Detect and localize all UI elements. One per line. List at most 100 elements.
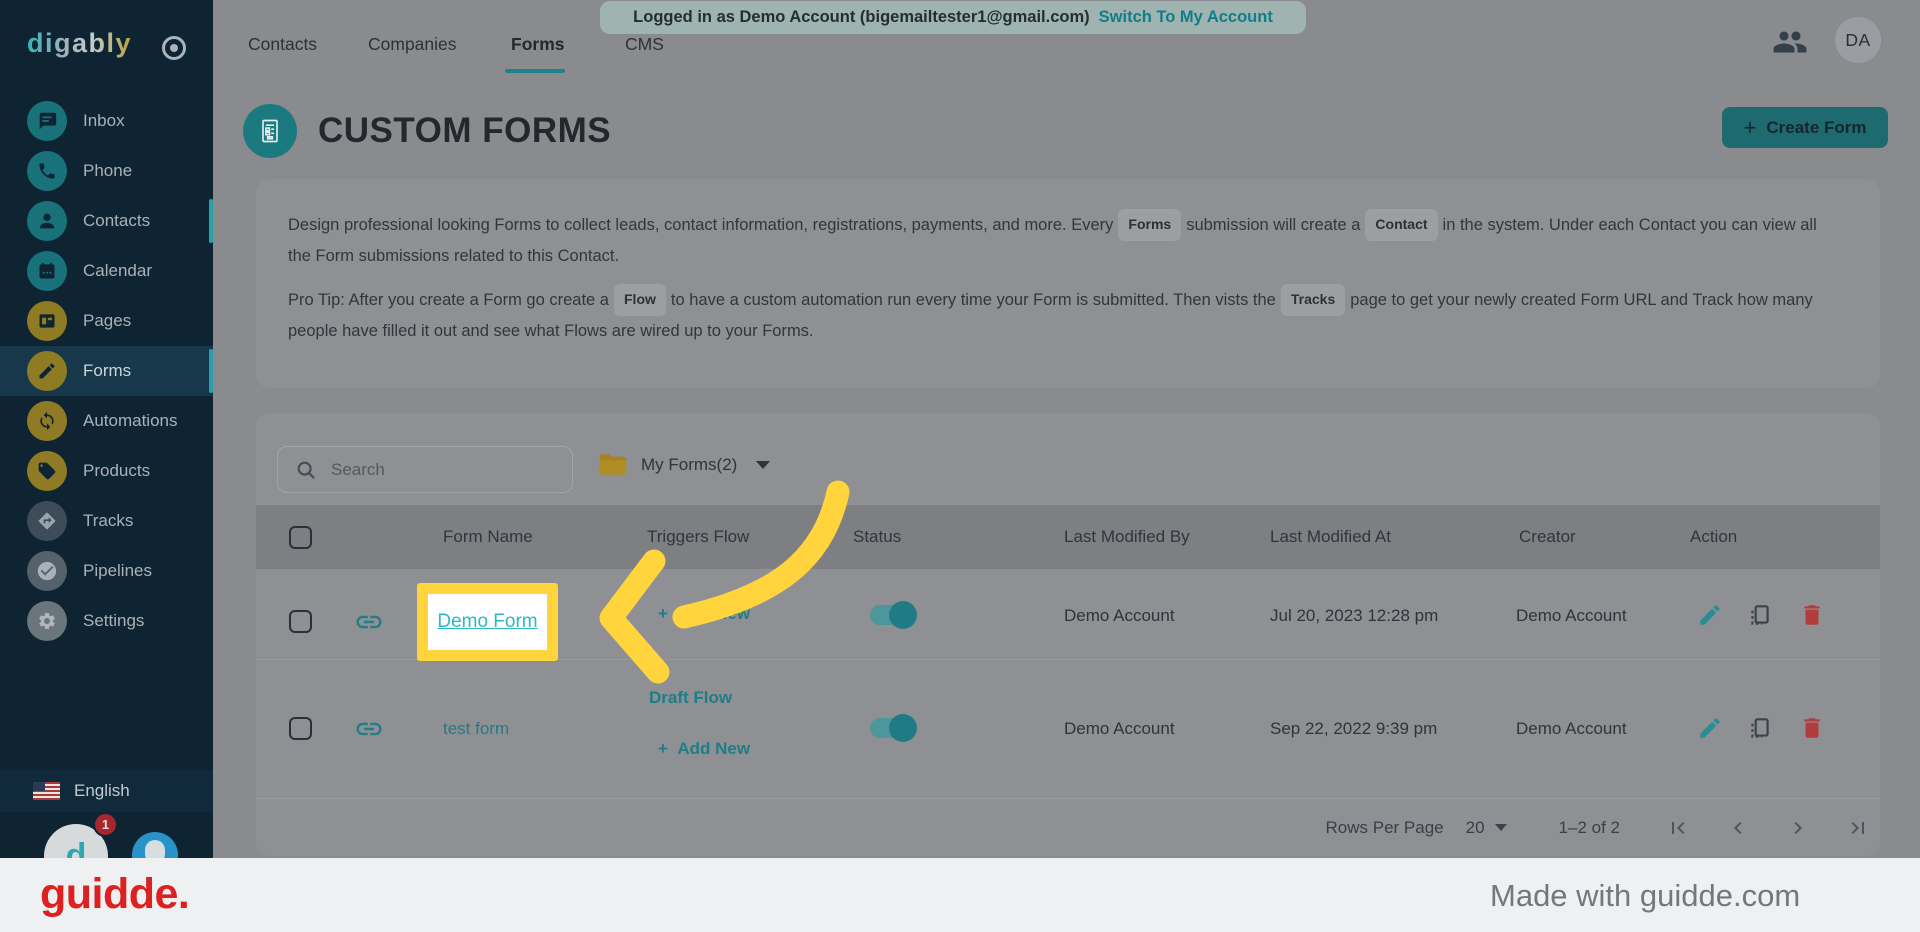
row-checkbox[interactable] [289,610,312,633]
inbox-chat-icon [27,101,67,141]
col-last-modified-by: Last Modified By [1064,527,1190,546]
flow-name-link[interactable]: Draft Flow [649,688,732,708]
last-modified-at-cell: Sep 22, 2022 9:39 pm [1270,719,1438,738]
create-form-button[interactable]: + Create Form [1722,107,1888,148]
phone-icon [27,151,67,191]
people-icon[interactable] [1772,24,1808,60]
record-icon [162,36,186,60]
folder-selector[interactable]: My Forms(2) [598,453,771,477]
first-page-icon[interactable] [1666,816,1690,840]
sidebar-item-label: Calendar [83,261,152,280]
sync-icon [27,401,67,441]
contact-chip: Contact [1365,209,1438,241]
rows-per-page-value[interactable]: 20 [1466,818,1485,838]
check-circle-icon [27,551,67,591]
language-selector[interactable]: English [0,770,213,812]
delete-icon[interactable] [1799,715,1825,741]
tracks-chip: Tracks [1280,284,1346,316]
rows-per-page-label: Rows Per Page [1325,817,1444,837]
table-row: test form Draft Flow + Add New Demo Acco… [256,661,1880,798]
app-logo: digably [27,28,133,58]
description-card: Design professional looking Forms to col… [256,179,1880,388]
chevron-down-icon[interactable] [1494,824,1507,831]
sidebar-item-label: Contacts [83,211,151,230]
row-checkbox[interactable] [289,717,312,740]
col-triggers-flow: Triggers Flow [647,527,750,546]
sidebar-item-forms[interactable]: Forms [0,346,213,396]
sidebar-item-contacts[interactable]: Contacts [0,196,213,246]
sidebar-item-label: Pipelines [83,561,152,580]
edit-icon[interactable] [1697,715,1723,741]
sidebar-item-label: Phone [83,161,133,180]
last-modified-by-cell: Demo Account [1064,606,1175,625]
language-label: English [74,781,130,800]
sidebar-item-automations[interactable]: Automations [0,396,213,446]
sidebar-nav: Inbox Phone Contacts Calendar Pages Form… [0,96,213,646]
sidebar-item-pipelines[interactable]: Pipelines [0,546,213,596]
previous-page-icon[interactable] [1726,816,1750,840]
sidebar-item-label: Forms [83,361,132,380]
last-modified-at-cell: Jul 20, 2023 12:28 pm [1270,606,1439,625]
sidebar-item-pages[interactable]: Pages [0,296,213,346]
sidebar-item-label: Pages [83,311,132,330]
add-new-flow-link[interactable]: + Add New [658,604,750,624]
switch-account-link[interactable]: Switch To My Account [1099,8,1273,27]
sidebar-item-inbox[interactable]: Inbox [0,96,213,146]
sidebar-item-settings[interactable]: Settings [0,596,213,646]
flow-chip: Flow [614,284,666,316]
table-header: Form Name Triggers Flow Status Last Modi… [256,505,1880,569]
sidebar-item-label: Products [83,461,151,480]
last-page-icon[interactable] [1846,816,1870,840]
sidebar-item-tracks[interactable]: Tracks [0,496,213,546]
sidebar-item-label: Inbox [83,111,125,130]
search-icon [297,461,316,479]
sidebar-item-calendar[interactable]: Calendar [0,246,213,296]
duplicate-icon[interactable] [1747,715,1773,741]
link-icon[interactable] [354,714,384,744]
edit-icon[interactable] [1697,602,1723,628]
custom-forms-icon [243,104,297,158]
folder-icon [599,454,627,475]
folder-label: My Forms(2) [641,455,738,474]
forms-chip: Forms [1118,209,1182,241]
tab-forms[interactable]: Forms [511,34,564,55]
status-toggle[interactable] [870,714,917,742]
last-modified-by-cell: Demo Account [1064,719,1175,738]
layout-icon [27,301,67,341]
page-title: CUSTOM FORMS [318,111,612,150]
tab-contacts[interactable]: Contacts [248,34,317,55]
search-input[interactable] [331,459,551,480]
creator-cell: Demo Account [1516,606,1627,625]
status-toggle[interactable] [870,601,917,629]
form-name-link[interactable]: Demo Form [437,611,537,633]
sidebar-item-label: Settings [83,611,145,630]
banner-text: Logged in as Demo Account (bigemailteste… [633,8,1090,26]
highlight-box: Demo Form [417,583,558,661]
search-box[interactable] [277,446,573,493]
col-last-modified-at: Last Modified At [1270,527,1391,546]
plus-icon: + [658,739,678,758]
user-avatar[interactable]: DA [1835,17,1881,63]
add-new-flow-link[interactable]: + Add New [658,739,750,759]
next-page-icon[interactable] [1786,816,1810,840]
impersonation-banner: Logged in as Demo Account (bigemailteste… [600,1,1306,34]
tab-companies[interactable]: Companies [368,34,457,55]
creator-cell: Demo Account [1516,719,1627,738]
duplicate-icon[interactable] [1747,602,1773,628]
sidebar-item-label: Tracks [83,511,134,530]
select-all-checkbox[interactable] [289,526,312,549]
chevron-down-icon [756,461,771,469]
plus-icon: + [658,604,678,623]
calendar-icon [27,251,67,291]
pagination: Rows Per Page 20 1–2 of 2 [256,798,1880,856]
tab-cms[interactable]: CMS [625,34,664,55]
form-name-link[interactable]: test form [443,719,509,739]
guidde-footer: guidde. Made with guidde.com [0,858,1920,932]
directions-icon [27,501,67,541]
sidebar-item-phone[interactable]: Phone [0,146,213,196]
delete-icon[interactable] [1799,602,1825,628]
active-tab-underline [505,69,565,73]
sidebar-item-products[interactable]: Products [0,446,213,496]
guidde-logo: guidde. [40,870,190,918]
link-icon[interactable] [354,607,384,637]
